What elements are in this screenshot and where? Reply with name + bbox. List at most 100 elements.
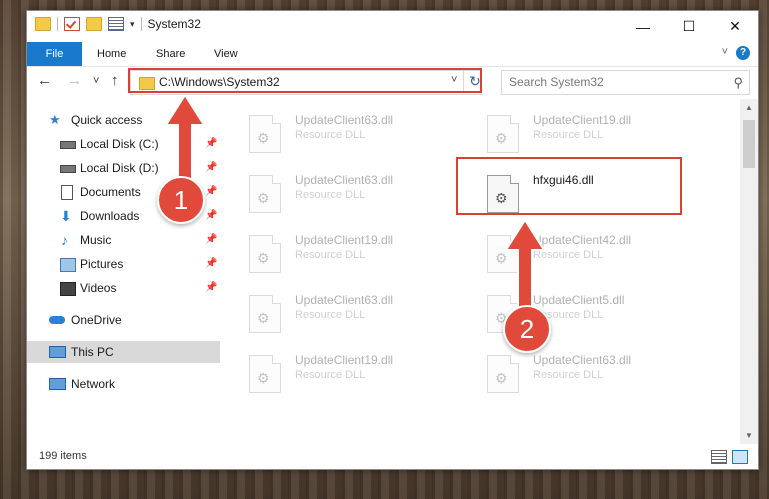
- list-item[interactable]: ⚙ UpdateClient19.dll Resource DLL: [249, 351, 469, 401]
- sidebar-item-label: Videos: [80, 281, 117, 295]
- quick-access-toolbar: ▾ System32: [35, 17, 201, 31]
- file-list: ⚙ UpdateClient63.dll Resource DLL ⚙ Upda…: [227, 99, 740, 444]
- tab-file[interactable]: File: [27, 42, 82, 66]
- item-count: 199 items: [39, 450, 87, 462]
- sidebar-item-onedrive[interactable]: OneDrive: [27, 309, 220, 331]
- folder-icon: [35, 17, 51, 31]
- new-folder-icon[interactable]: [86, 17, 102, 31]
- recent-locations-button[interactable]: ˅: [93, 75, 99, 87]
- sidebar-item-label: Quick access: [71, 113, 143, 127]
- file-type: Resource DLL: [533, 369, 604, 381]
- file-name: UpdateClient19.dll: [295, 353, 394, 367]
- file-name: UpdateClient63.dll: [295, 173, 394, 187]
- list-item[interactable]: ⚙ UpdateClient63.dll Resource DLL: [249, 171, 469, 221]
- sidebar-item-pictures[interactable]: Pictures 📌: [27, 253, 220, 275]
- up-button[interactable]: ↑: [111, 72, 119, 89]
- close-button[interactable]: ✕: [712, 11, 758, 42]
- divider: [140, 17, 142, 31]
- dll-file-icon: ⚙: [487, 115, 519, 153]
- download-icon: ⬇: [60, 208, 72, 224]
- computer-icon: [49, 346, 66, 358]
- file-highlight-box: [456, 157, 682, 215]
- navigation-bar: ← → ˅ ↑ C:\Windows\System32 ˅ ↻ Search S…: [27, 67, 758, 97]
- minimize-button[interactable]: —: [620, 11, 666, 42]
- documents-icon: [61, 185, 73, 200]
- file-name: UpdateClient63.dll: [533, 353, 632, 367]
- vertical-scrollbar[interactable]: ▲ ▼: [740, 99, 758, 444]
- sidebar-item-music[interactable]: ♪ Music 📌: [27, 229, 220, 251]
- tab-share[interactable]: Share: [156, 42, 185, 66]
- window-title: System32: [147, 17, 201, 31]
- expand-ribbon-icon[interactable]: ˅: [722, 46, 728, 58]
- cloud-icon: [49, 316, 65, 324]
- sidebar-item-videos[interactable]: Videos 📌: [27, 277, 220, 299]
- file-name: UpdateClient19.dll: [295, 233, 394, 247]
- sidebar-item-network[interactable]: Network: [27, 373, 220, 395]
- search-box[interactable]: Search System32 ⚲: [501, 70, 750, 95]
- pin-icon[interactable]: 📌: [205, 229, 217, 251]
- gear-icon: ⚙: [257, 370, 270, 386]
- sidebar-item-label: Pictures: [80, 257, 124, 271]
- list-item[interactable]: ⚙ UpdateClient63.dll Resource DLL: [487, 351, 707, 401]
- network-icon: [49, 378, 66, 390]
- pictures-icon: [60, 258, 76, 272]
- status-bar: 199 items: [27, 445, 758, 469]
- scroll-down-icon[interactable]: ▼: [740, 427, 758, 444]
- help-icon[interactable]: ?: [736, 46, 750, 60]
- file-type: Resource DLL: [295, 129, 366, 141]
- maximize-button[interactable]: ☐: [666, 11, 712, 42]
- file-name: UpdateClient19.dll: [533, 113, 632, 127]
- title-bar: ▾ System32 — ☐ ✕: [27, 11, 758, 42]
- scroll-thumb[interactable]: [743, 120, 755, 168]
- search-placeholder[interactable]: Search System32: [509, 75, 604, 89]
- sidebar-item-label: Downloads: [80, 209, 140, 223]
- sidebar-item-label: Documents: [80, 185, 141, 199]
- properties-check-icon[interactable]: [64, 17, 80, 31]
- dll-file-icon: ⚙: [249, 175, 281, 213]
- list-item[interactable]: ⚙ UpdateClient19.dll Resource DLL: [487, 111, 707, 161]
- toolbar-dropdown-icon[interactable]: ▾: [130, 19, 135, 30]
- tab-view[interactable]: View: [214, 42, 238, 66]
- file-type: Resource DLL: [533, 129, 604, 141]
- gear-icon: ⚙: [257, 250, 270, 266]
- list-item[interactable]: ⚙ UpdateClient19.dll Resource DLL: [249, 231, 469, 281]
- gear-icon: ⚙: [257, 130, 270, 146]
- list-item[interactable]: ⚙ UpdateClient63.dll Resource DLL: [249, 291, 469, 341]
- sidebar-item-label: Local Disk (D:): [80, 161, 159, 175]
- gear-icon: ⚙: [257, 190, 270, 206]
- tab-home[interactable]: Home: [97, 42, 126, 66]
- list-item[interactable]: ⚙ UpdateClient63.dll Resource DLL: [249, 111, 469, 161]
- scroll-up-icon[interactable]: ▲: [740, 99, 758, 116]
- back-button[interactable]: ←: [37, 72, 52, 89]
- details-view-icon[interactable]: [711, 450, 727, 464]
- divider: [57, 17, 58, 31]
- pin-icon[interactable]: 📌: [205, 277, 217, 299]
- file-type: Resource DLL: [295, 309, 366, 321]
- explorer-window: ▾ System32 — ☐ ✕ File Home Share View ˅ …: [26, 10, 759, 470]
- star-icon: ★: [49, 112, 61, 127]
- customize-icon[interactable]: [108, 17, 124, 31]
- drive-icon: [60, 165, 76, 173]
- sidebar-item-label: Music: [80, 233, 112, 247]
- music-icon: ♪: [61, 232, 68, 248]
- sidebar-item-label: OneDrive: [71, 313, 122, 327]
- step-1-badge: 1: [157, 176, 205, 224]
- sidebar-item-label: This PC: [71, 345, 114, 359]
- large-icons-view-icon[interactable]: [732, 450, 748, 464]
- sidebar-item-this-pc[interactable]: This PC: [27, 341, 220, 363]
- dll-file-icon: ⚙: [249, 115, 281, 153]
- gear-icon: ⚙: [495, 370, 508, 386]
- dll-file-icon: ⚙: [249, 355, 281, 393]
- gear-icon: ⚙: [495, 130, 508, 146]
- dll-file-icon: ⚙: [249, 235, 281, 273]
- search-icon[interactable]: ⚲: [733, 75, 743, 91]
- forward-button[interactable]: →: [67, 72, 82, 89]
- gear-icon: ⚙: [257, 310, 270, 326]
- sidebar-item-label: Network: [71, 377, 116, 391]
- file-name: UpdateClient63.dll: [295, 293, 394, 307]
- videos-icon: [60, 282, 76, 296]
- pin-icon[interactable]: 📌: [205, 253, 217, 275]
- address-highlight-box: [128, 68, 482, 93]
- sidebar-item-label: Local Disk (C:): [80, 137, 159, 151]
- drive-icon: [60, 141, 76, 149]
